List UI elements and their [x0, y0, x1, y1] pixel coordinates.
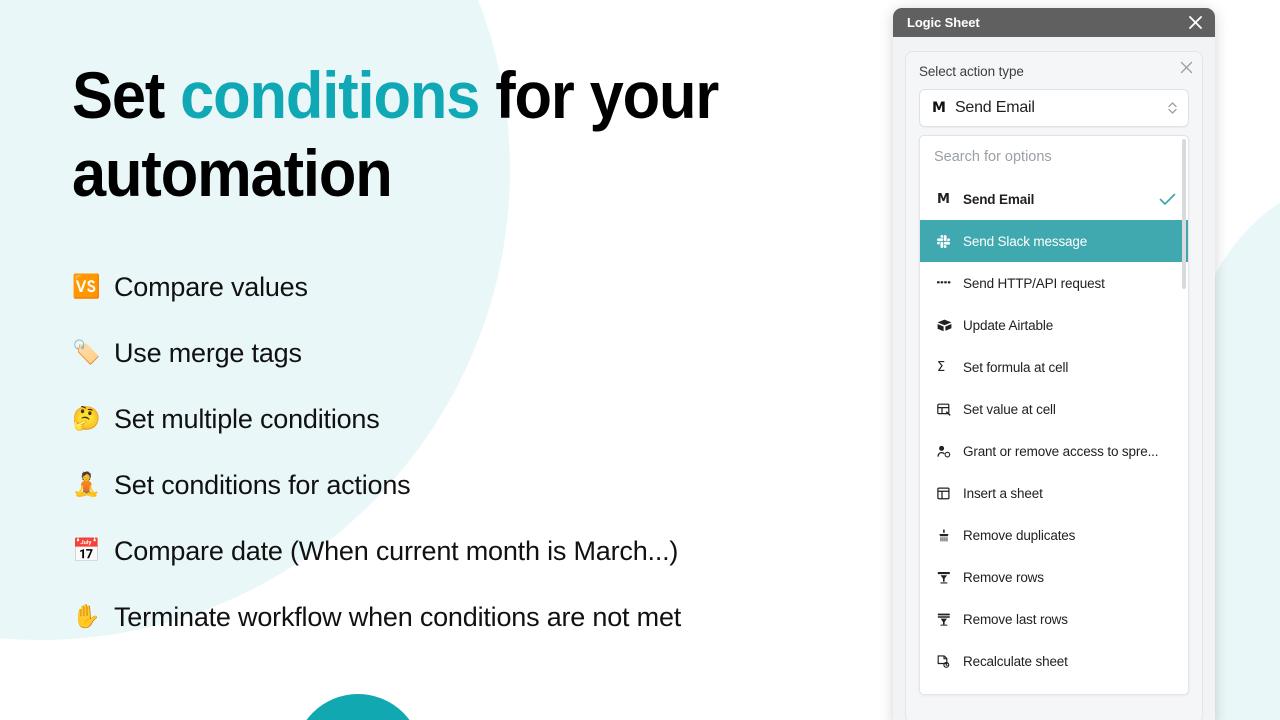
option-label: Send Email — [963, 191, 1035, 207]
dropdown-scrollbar[interactable] — [1182, 139, 1186, 289]
recalculate-sheet-icon — [937, 654, 963, 668]
slide-canvas: Set conditions for your automation 🆚 Com… — [0, 0, 1280, 720]
gmail-icon: M — [937, 191, 950, 207]
promo-content: Set conditions for your automation 🆚 Com… — [72, 56, 862, 650]
list-item: ✋ Terminate workflow when conditions are… — [72, 584, 862, 650]
selected-action-value: Send Email — [954, 99, 1035, 116]
feature-label: Compare values — [114, 271, 308, 302]
option-grant-or-remove-access[interactable]: Grant or remove access to spre... — [920, 430, 1188, 472]
thinking-face-emoji: 🤔 — [72, 405, 101, 432]
option-label: Grant or remove access to spre... — [963, 443, 1159, 459]
option-set-value-at-cell[interactable]: Set value at cell — [920, 388, 1188, 430]
set-cell-value-icon — [937, 403, 963, 416]
person-lotus-emoji: 🧘 — [72, 471, 101, 498]
window-titlebar: Logic Sheet — [893, 8, 1215, 37]
insert-sheet-icon — [937, 486, 963, 500]
option-send-slack-message[interactable]: Send Slack message — [920, 220, 1188, 262]
feature-label: Set multiple conditions — [114, 403, 380, 434]
remove-rows-icon — [937, 571, 963, 584]
list-item: 🧘 Set conditions for actions — [72, 452, 862, 518]
option-label: Insert a sheet — [963, 485, 1043, 501]
option-label: Remove last rows — [963, 611, 1068, 627]
option-label: Remove duplicates — [963, 527, 1076, 543]
feature-list: 🆚 Compare values 🏷️ Use merge tags 🤔 Set… — [72, 254, 862, 650]
action-options-dropdown: M Send Email — [919, 135, 1189, 695]
remove-duplicates-icon — [937, 529, 963, 542]
slack-icon — [937, 234, 963, 248]
option-set-formula-at-cell[interactable]: Σ Set formula at cell — [920, 346, 1188, 388]
option-label: Recalculate sheet — [963, 653, 1068, 669]
label-tag-emoji: 🏷️ — [72, 339, 101, 366]
option-label: Send Slack message — [963, 233, 1088, 249]
select-action-label: Select action type — [919, 64, 1024, 79]
feature-label: Compare date (When current month is Marc… — [114, 535, 679, 566]
list-item: 📅 Compare date (When current month is Ma… — [72, 518, 862, 584]
option-recalculate-sheet[interactable]: Recalculate sheet — [920, 640, 1188, 682]
option-update-airtable[interactable]: Update Airtable — [920, 304, 1188, 346]
option-remove-duplicates[interactable]: Remove duplicates — [920, 514, 1188, 556]
logic-sheet-window: Logic Sheet Select action type M Send Em… — [893, 8, 1215, 720]
feature-label: Terminate workflow when conditions are n… — [114, 601, 682, 632]
gmail-icon: M — [932, 100, 946, 116]
sigma-formula-icon: Σ — [937, 359, 946, 375]
chevron-up-down-icon — [1167, 100, 1178, 116]
option-label: Set value at cell — [963, 401, 1056, 417]
feature-label: Use merge tags — [114, 337, 302, 368]
option-label: Remove rows — [963, 569, 1044, 585]
close-icon[interactable] — [1186, 14, 1204, 32]
list-item: 🏷️ Use merge tags — [72, 320, 862, 386]
list-item: 🤔 Set multiple conditions — [72, 386, 862, 452]
raised-hand-emoji: ✋ — [72, 603, 101, 630]
option-remove-last-rows[interactable]: Remove last rows — [920, 598, 1188, 640]
access-key-icon — [937, 445, 963, 458]
headline-highlight: conditions — [180, 58, 480, 132]
option-label: Send HTTP/API request — [963, 275, 1105, 291]
teal-circle-decoration — [294, 694, 422, 720]
headline-part-1: Set — [72, 58, 181, 132]
page-title: Set conditions for your automation — [72, 56, 807, 212]
option-insert-a-sheet[interactable]: Insert a sheet — [920, 472, 1188, 514]
option-label: Set formula at cell — [963, 359, 1069, 375]
options-list: M Send Email Send Slack message Send HTT… — [920, 178, 1188, 682]
dismiss-icon[interactable] — [1180, 61, 1193, 74]
search-input[interactable] — [920, 136, 1188, 178]
check-icon — [1159, 193, 1176, 206]
http-request-icon — [937, 278, 963, 288]
option-send-http-api-request[interactable]: Send HTTP/API request — [920, 262, 1188, 304]
remove-last-rows-icon — [937, 613, 963, 626]
window-body: Select action type M Send Email Search f… — [893, 37, 1215, 720]
list-item: 🆚 Compare values — [72, 254, 862, 320]
window-title: Logic Sheet — [907, 15, 980, 30]
calendar-emoji: 📅 — [72, 537, 101, 564]
option-remove-rows[interactable]: Remove rows — [920, 556, 1188, 598]
action-type-select[interactable]: M Send Email — [919, 89, 1189, 127]
feature-label: Set conditions for actions — [114, 469, 411, 500]
option-label: Update Airtable — [963, 317, 1054, 333]
vs-button-emoji: 🆚 — [72, 273, 101, 300]
airtable-icon — [937, 319, 963, 332]
option-send-email[interactable]: M Send Email — [920, 178, 1188, 220]
select-action-card: Select action type M Send Email Search f… — [905, 51, 1203, 720]
